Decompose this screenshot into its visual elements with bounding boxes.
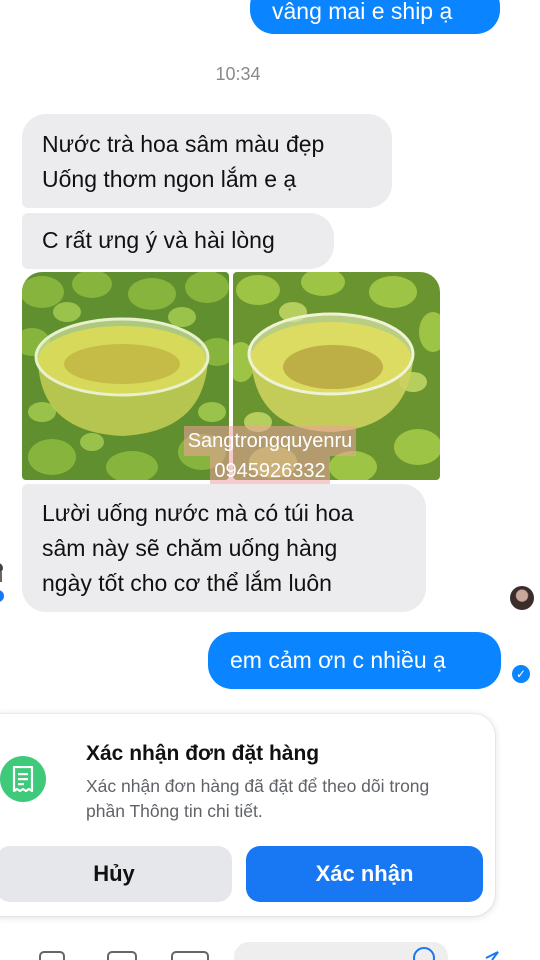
outgoing-message[interactable]: vâng mai e ship ạ [250,0,500,34]
cancel-button[interactable]: Hủy [0,846,232,902]
message-line: Nước trà hoa sâm màu đẹp [42,131,325,157]
timestamp: 10:34 [215,64,261,84]
card-title: Xác nhận đơn đặt hàng [86,742,320,765]
incoming-message[interactable]: C rất ưng ý và hài lòng [22,213,334,269]
sent-check-icon: ✓ [512,665,530,683]
watermark-line: Sangtrongquyenru [183,426,357,456]
confirm-button[interactable]: Xác nhận [246,846,483,902]
order-confirmation-card: Xác nhận đơn đặt hàng Xác nhận đơn hàng … [0,714,495,916]
outgoing-message[interactable]: em cảm ơn c nhiều ạ [208,632,501,689]
incoming-message[interactable]: Nước trà hoa sâm màu đẹp Uống thơm ngon … [22,114,392,208]
watermark-line: 0945926332 [210,456,330,486]
composer-bar [0,940,540,960]
message-line: Uống thơm ngon lắm e ạ [42,166,297,192]
receipt-icon [0,756,46,802]
card-description: Xác nhận đơn hàng đã đặt để theo dõi tro… [86,776,430,821]
incoming-message[interactable]: Lười uống nước mà có túi hoa sâm này sẽ … [22,484,426,612]
message-text: em cảm ơn c nhiều ạ [230,647,446,673]
message-text: vâng mai e ship ạ [272,0,453,24]
message-line: Lười uống nước mà có túi hoa [42,500,354,526]
sender-avatar[interactable] [0,562,10,602]
message-line: sâm này sẽ chăm uống hàng [42,535,338,561]
message-line: C rất ưng ý và hài lòng [42,227,275,253]
watermark: Sangtrongquyenru 0945926332 [160,426,380,486]
recipient-avatar [510,586,534,610]
message-line: ngày tốt cho cơ thể lắm luôn [42,570,332,596]
